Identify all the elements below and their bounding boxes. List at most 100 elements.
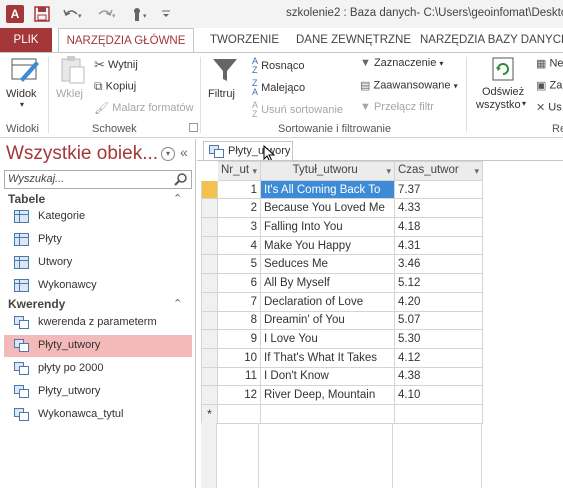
nav-item-plyty-po-2000[interactable]: płyty po 2000	[4, 358, 192, 380]
record-selector[interactable]	[201, 385, 218, 405]
cell-duration[interactable]: 5.12	[394, 273, 483, 293]
table-row[interactable]: 12 River Deep, Mountain 4.10	[201, 385, 483, 405]
cell-title[interactable]: Falling Into You	[260, 217, 395, 237]
chevron-up-icon[interactable]: ⌃	[173, 297, 182, 310]
tab-create[interactable]: TWORZENIE	[200, 28, 289, 52]
save-icon[interactable]	[34, 6, 50, 22]
cell-duration[interactable]: 5.30	[394, 329, 483, 349]
cut-button[interactable]: ✂ Wytnij	[94, 57, 138, 73]
cell-duration[interactable]: 4.31	[394, 235, 483, 256]
cell-duration[interactable]	[394, 403, 483, 424]
column-dropdown-icon[interactable]: ▾	[386, 166, 391, 177]
cell-duration[interactable]: 4.12	[394, 347, 483, 368]
tab-external-data[interactable]: DANE ZEWNĘTRZNE	[286, 28, 421, 52]
new-record-button[interactable]: ▦ Ne	[536, 57, 563, 70]
touch-mode-icon[interactable]: ▾	[130, 6, 152, 22]
column-header-czas[interactable]: Czas_utwor ▾	[394, 161, 483, 181]
record-selector[interactable]	[201, 273, 218, 293]
table-row[interactable]: 8 Dreamin' of You 5.07	[201, 310, 483, 331]
tab-home[interactable]: NARZĘDZIA GŁÓWNE	[58, 28, 194, 53]
cell-nr[interactable]: 3	[217, 217, 261, 237]
delete-record-button[interactable]: ✕ Us	[536, 101, 562, 114]
selection-button[interactable]: ▼ Zaznaczenie ▾	[360, 57, 443, 69]
nav-search-input[interactable]: Wyszukaj...	[4, 170, 192, 189]
record-selector[interactable]	[201, 329, 218, 349]
cell-nr[interactable]: 2	[217, 198, 261, 219]
record-selector[interactable]	[201, 254, 218, 275]
cell-duration[interactable]: 4.10	[394, 385, 483, 405]
cell-duration[interactable]: 4.20	[394, 291, 483, 312]
tab-database-tools[interactable]: NARZĘDZIA BAZY DANYCH	[410, 28, 563, 52]
cell-nr[interactable]: 10	[217, 347, 261, 368]
table-row[interactable]: 10 If That's What It Takes 4.12	[201, 347, 483, 368]
table-row[interactable]: 4 Make You Happy 4.31	[201, 235, 483, 256]
cell-nr[interactable]: 11	[217, 366, 261, 387]
record-selector[interactable]	[201, 310, 218, 331]
cell-duration[interactable]: 4.33	[394, 198, 483, 219]
record-selector[interactable]	[201, 291, 218, 312]
record-selector[interactable]	[201, 217, 218, 237]
undo-icon[interactable]: ▾	[62, 6, 84, 22]
cell-title[interactable]: Dreamin' of You	[260, 310, 395, 331]
nav-menu-icon[interactable]: ▾	[161, 147, 175, 161]
cell-duration[interactable]: 3.46	[394, 254, 483, 275]
table-row[interactable]: 6 All By Myself 5.12	[201, 273, 483, 293]
advanced-button[interactable]: ▤ Zaawansowane ▾	[360, 79, 458, 92]
cell-title[interactable]: I Don't Know	[260, 366, 395, 387]
nav-item-plyty[interactable]: Płyty	[4, 229, 192, 251]
nav-item-wykonawcy[interactable]: Wykonawcy	[4, 275, 192, 297]
paste-button[interactable]: Wklej	[54, 55, 88, 107]
redo-icon[interactable]: ▾	[96, 6, 118, 22]
record-selector[interactable]	[201, 235, 218, 256]
cell-duration[interactable]: 7.37	[394, 179, 483, 200]
table-row[interactable]: 9 I Love You 5.30	[201, 329, 483, 349]
nav-item-utwory[interactable]: Utwory	[4, 252, 192, 274]
cell-title[interactable]: Seduces Me	[260, 254, 395, 275]
cell-nr[interactable]: 1	[217, 179, 261, 200]
cell-nr[interactable]: 4	[217, 235, 261, 256]
nav-collapse-icon[interactable]: «	[180, 144, 188, 160]
column-header-nr[interactable]: Nr_ut ▾	[217, 161, 261, 181]
table-row[interactable]: 5 Seduces Me 3.46	[201, 254, 483, 275]
cell-title[interactable]: Because You Loved Me	[260, 198, 395, 219]
record-selector[interactable]	[201, 366, 218, 387]
column-dropdown-icon[interactable]: ▾	[474, 166, 479, 177]
table-row[interactable]: 7 Declaration of Love 4.20	[201, 291, 483, 312]
cell-title[interactable]: Declaration of Love	[260, 291, 395, 312]
cell-duration[interactable]: 5.07	[394, 310, 483, 331]
cell-title[interactable]	[260, 403, 395, 424]
record-selector[interactable]	[201, 347, 218, 368]
cell-duration[interactable]: 4.38	[394, 366, 483, 387]
access-app-icon[interactable]: A	[6, 5, 24, 23]
toggle-filter-button[interactable]: ▼ Przełącz filtr	[360, 101, 434, 113]
document-tab[interactable]: Płyty_utwory	[203, 141, 293, 160]
nav-item-plyty-utwory[interactable]: Płyty_utwory	[4, 381, 192, 403]
cell-title[interactable]: I Love You	[260, 329, 395, 349]
nav-section-queries[interactable]: Kwerendy	[8, 297, 65, 311]
record-selector[interactable]	[201, 198, 218, 219]
sort-descending-button[interactable]: ZA Malejąco	[252, 79, 305, 97]
cell-nr[interactable]: 5	[217, 254, 261, 275]
sort-ascending-button[interactable]: AZ Rosnąco	[252, 57, 305, 75]
table-row[interactable]: 11 I Don't Know 4.38	[201, 366, 483, 387]
cell-nr[interactable]: 6	[217, 273, 261, 293]
view-button[interactable]: Widok ▾	[6, 55, 44, 109]
record-selector[interactable]	[201, 179, 218, 200]
save-record-button[interactable]: ▣ Za	[536, 79, 562, 92]
new-record-row[interactable]: *	[201, 403, 483, 424]
refresh-all-button[interactable]: Odśwież wszystko ▾	[474, 55, 530, 117]
select-all-corner[interactable]	[201, 161, 218, 181]
cell-nr[interactable]	[217, 403, 261, 424]
format-painter-button[interactable]: 🖌 Malarz formatów	[94, 101, 194, 115]
table-row[interactable]: 2 Because You Loved Me 4.33	[201, 198, 483, 219]
cell-title[interactable]: All By Myself	[260, 273, 395, 293]
remove-sort-button[interactable]: AZ Usuń sortowanie	[252, 101, 343, 119]
cell-title[interactable]: If That's What It Takes	[260, 347, 395, 368]
cell-title[interactable]: It's All Coming Back To	[260, 179, 395, 200]
table-row[interactable]: 3 Falling Into You 4.18	[201, 217, 483, 237]
column-header-tytul[interactable]: Tytuł_utworu ▾	[260, 161, 395, 181]
column-dropdown-icon[interactable]: ▾	[252, 166, 257, 177]
chevron-up-icon[interactable]: ⌃	[173, 192, 182, 205]
table-row[interactable]: 1 It's All Coming Back To 7.37	[201, 179, 483, 200]
nav-item-plyty-utwory-selected[interactable]: Płyty_utwory	[4, 335, 192, 357]
